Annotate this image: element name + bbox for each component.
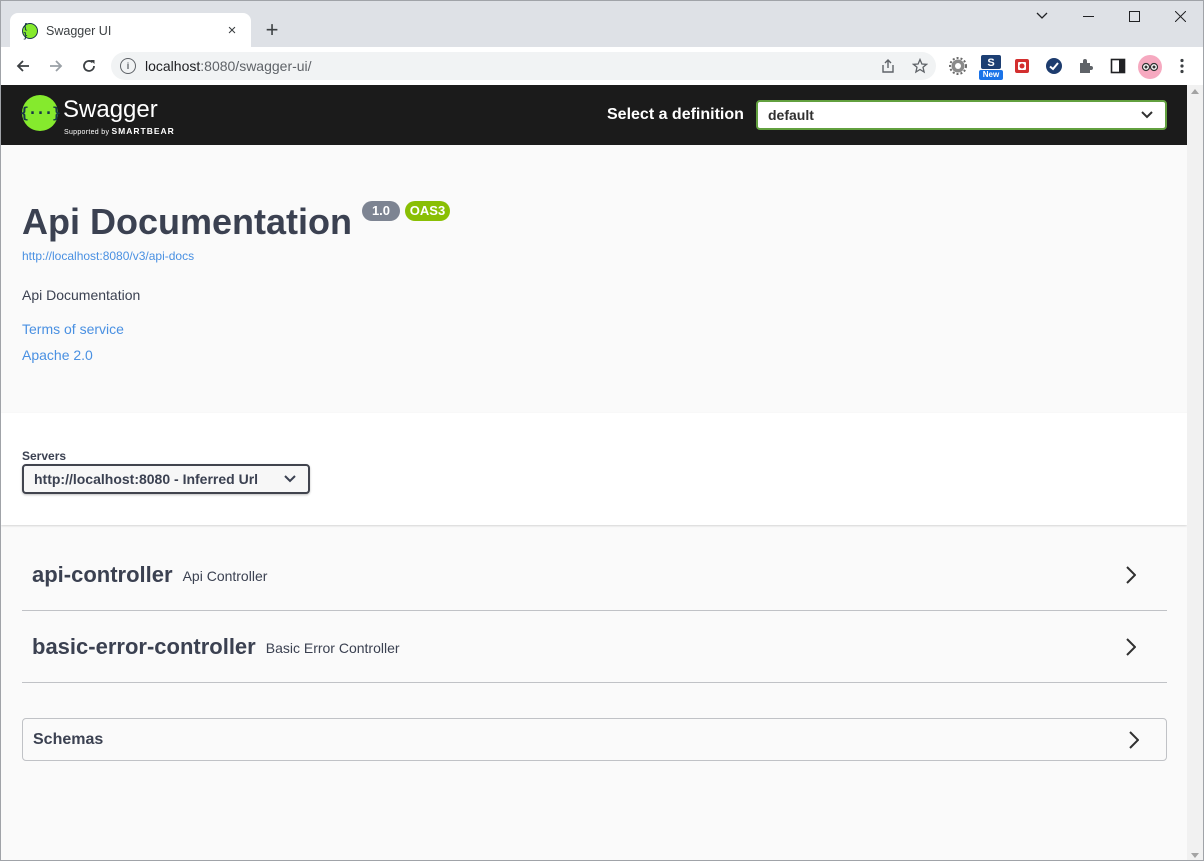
tab-close-icon[interactable]: × <box>223 22 241 39</box>
side-panel-icon[interactable] <box>1108 56 1128 76</box>
version-badge: 1.0 <box>362 201 400 221</box>
svg-text:S: S <box>987 57 994 69</box>
url-host: localhost <box>145 58 201 74</box>
definition-select[interactable]: default <box>756 100 1167 130</box>
page-scrollbar[interactable] <box>1187 85 1203 860</box>
url-path: :8080/swagger-ui/ <box>200 58 312 74</box>
swagger-topbar: {···} Swagger Supported by SMARTBEAR Sel… <box>1 85 1187 145</box>
chevron-right-icon[interactable] <box>1119 563 1143 587</box>
tab-search-icon[interactable] <box>1019 5 1065 27</box>
logo-company: SMARTBEAR <box>111 126 175 136</box>
chevron-right-icon[interactable] <box>1119 635 1143 659</box>
tag-description: Api Controller <box>182 567 268 584</box>
extension-gear-icon[interactable] <box>948 56 968 76</box>
api-description: Api Documentation <box>22 287 141 303</box>
page-title: Api Documentation <box>22 201 352 242</box>
new-badge: New <box>979 70 1003 80</box>
api-docs-link[interactable]: http://localhost:8080/v3/api-docs <box>22 249 194 263</box>
extension-check-icon[interactable] <box>1044 56 1064 76</box>
oas-badge: OAS3 <box>405 201 450 221</box>
address-bar[interactable]: i localhost:8080/swagger-ui/ <box>111 52 936 80</box>
tab-title: Swagger UI <box>46 23 112 38</box>
scroll-up-arrow-icon[interactable] <box>1191 89 1199 94</box>
extension-record-icon[interactable] <box>1012 56 1032 76</box>
extensions-puzzle-icon[interactable] <box>1076 56 1096 76</box>
swagger-logo-icon[interactable]: {···} <box>20 95 61 131</box>
browser-window: { } Swagger UI × + i localhost:8080/swag… <box>0 0 1204 861</box>
tag-basic-error-controller[interactable]: basic-error-controller Basic Error Contr… <box>22 611 1167 683</box>
close-window-icon[interactable] <box>1157 5 1203 27</box>
servers-section: Servers http://localhost:8080 - Inferred… <box>1 413 1187 525</box>
license-link[interactable]: Apache 2.0 <box>22 347 93 363</box>
scroll-down-arrow-icon[interactable] <box>1191 853 1199 858</box>
servers-selected-value: http://localhost:8080 - Inferred Url <box>34 471 259 487</box>
schemas-title: Schemas <box>33 730 104 748</box>
servers-select[interactable]: http://localhost:8080 - Inferred Url <box>22 464 310 494</box>
tab-strip: { } Swagger UI × + <box>1 1 1203 48</box>
logo-supported-label: Supported by <box>64 129 110 136</box>
url-text[interactable]: localhost:8080/swagger-ui/ <box>145 58 872 74</box>
forward-icon[interactable] <box>44 54 68 78</box>
minimize-icon[interactable] <box>1065 5 1111 27</box>
browser-menu-icon[interactable] <box>1172 56 1192 76</box>
reload-icon[interactable] <box>77 54 101 78</box>
tag-description: Basic Error Controller <box>265 639 400 656</box>
chevron-right-icon[interactable] <box>1122 728 1146 752</box>
servers-label: Servers <box>22 449 67 463</box>
site-info-icon[interactable]: i <box>120 58 136 74</box>
back-icon[interactable] <box>11 54 35 78</box>
logo-brand[interactable]: Swagger <box>63 96 158 124</box>
share-icon[interactable] <box>872 52 904 80</box>
tag-name: api-controller <box>32 561 173 587</box>
tag-name: basic-error-controller <box>32 633 256 659</box>
profile-avatar[interactable] <box>1138 55 1162 79</box>
maximize-icon[interactable] <box>1111 5 1157 27</box>
tag-api-controller[interactable]: api-controller Api Controller <box>22 539 1167 611</box>
schemas-section[interactable]: Schemas <box>22 718 1167 761</box>
definition-value: default <box>768 107 814 123</box>
swagger-favicon-icon: { } <box>22 22 38 40</box>
new-tab-button[interactable]: + <box>261 17 283 43</box>
browser-tab[interactable]: { } Swagger UI × <box>10 13 251 48</box>
terms-of-service-link[interactable]: Terms of service <box>22 321 124 337</box>
extension-new-icon[interactable]: S New <box>979 55 1003 80</box>
chevron-down-icon <box>1141 106 1153 124</box>
select-definition-label: Select a definition <box>607 106 744 123</box>
browser-toolbar: i localhost:8080/swagger-ui/ S New <box>1 47 1203 85</box>
star-icon[interactable] <box>904 52 936 80</box>
api-info: Api Documentation 1.0 OAS3 http://localh… <box>1 145 1187 413</box>
swagger-page: {···} Swagger Supported by SMARTBEAR Sel… <box>1 85 1187 860</box>
logo-supported-by: Supported by SMARTBEAR <box>64 126 175 136</box>
chevron-down-icon <box>284 470 296 488</box>
